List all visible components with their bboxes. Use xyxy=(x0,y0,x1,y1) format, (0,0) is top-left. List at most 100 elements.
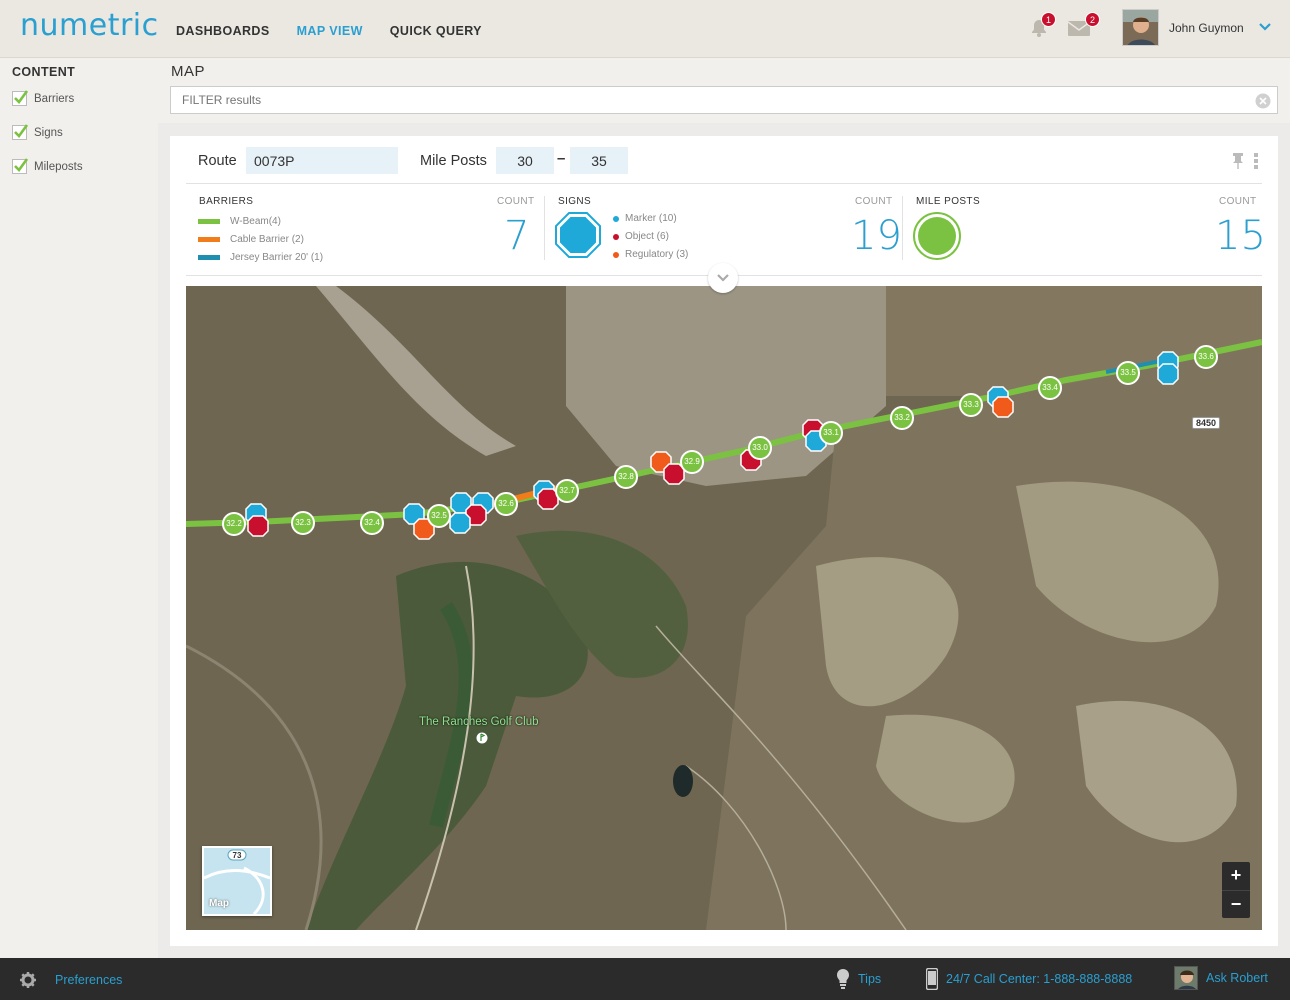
milepost-marker[interactable]: 32.5 xyxy=(427,504,451,528)
legend-label: Cable Barrier (2) xyxy=(230,234,304,245)
clear-filter-button[interactable] xyxy=(1255,93,1271,114)
legend-label: Marker (10) xyxy=(625,213,677,224)
signs-count-label: COUNT xyxy=(855,196,893,207)
milepost-marker[interactable]: 33.6 xyxy=(1194,345,1218,369)
milepost-label: 33.3 xyxy=(963,400,979,409)
milepost-marker[interactable]: 33.5 xyxy=(1116,361,1140,385)
call-center-label: 24/7 Call Center: 1-888-888-8888 xyxy=(946,972,1133,986)
pin-icon[interactable] xyxy=(1232,153,1244,174)
preferences-label: Preferences xyxy=(55,973,123,987)
signs-count: 19 xyxy=(851,213,902,259)
filter-mileposts[interactable]: Mileposts xyxy=(12,158,83,174)
mile-posts-label: Mile Posts xyxy=(420,153,487,169)
legend-item: Marker (10) xyxy=(613,213,677,224)
divider xyxy=(902,196,903,260)
legend-label: Object (6) xyxy=(625,231,669,242)
chevron-down-icon[interactable] xyxy=(1258,20,1272,39)
mileposts-checkbox[interactable] xyxy=(12,158,29,174)
divider xyxy=(544,196,545,260)
satellite-map[interactable]: 32.2 32.3 32.4 32.5 32.6 32.7 32.8 32.9 33.0 33.1… xyxy=(186,286,1262,930)
milepost-marker[interactable]: 32.3 xyxy=(291,511,315,535)
signs-label: Signs xyxy=(34,126,63,139)
gear-icon xyxy=(20,972,36,988)
filter-input[interactable] xyxy=(171,87,1241,113)
route-input[interactable] xyxy=(246,147,398,174)
page-title: MAP xyxy=(171,63,206,80)
milepost-label: 32.3 xyxy=(295,518,311,527)
milepost-marker[interactable]: 32.6 xyxy=(494,492,518,516)
nav-dashboards[interactable]: DASHBOARDS xyxy=(176,24,270,38)
jersey-swatch xyxy=(198,255,220,260)
main-nav: DASHBOARDS MAP VIEW QUICK QUERY xyxy=(176,24,482,38)
nav-quick-query[interactable]: QUICK QUERY xyxy=(390,24,482,38)
check-icon xyxy=(14,124,29,138)
app-header: numetric DASHBOARDS MAP VIEW QUICK QUERY… xyxy=(0,0,1290,58)
barriers-checkbox[interactable] xyxy=(12,90,29,106)
preferences-link[interactable]: Preferences xyxy=(20,972,122,988)
zoom-out-button[interactable]: − xyxy=(1222,890,1250,918)
tips-link[interactable]: Tips xyxy=(836,968,881,990)
notifications-badge: 1 xyxy=(1041,12,1056,27)
more-options-icon[interactable] xyxy=(1253,153,1259,174)
sign-markers xyxy=(245,351,1179,540)
milepost-marker[interactable]: 33.2 xyxy=(890,406,914,430)
map-type-toggle[interactable]: 73 Map xyxy=(202,846,272,916)
milepost-label: 32.8 xyxy=(618,472,634,481)
sidebar-title: CONTENT xyxy=(12,65,76,79)
ask-robert-link[interactable]: Ask Robert xyxy=(1174,966,1268,990)
expand-legend-button[interactable] xyxy=(708,263,738,293)
tips-label: Tips xyxy=(858,972,882,986)
mileposts-count: 15 xyxy=(1215,213,1266,259)
milepost-marker[interactable]: 32.2 xyxy=(222,512,246,536)
milepost-marker[interactable]: 33.0 xyxy=(748,436,772,460)
milepost-marker[interactable]: 33.3 xyxy=(959,393,983,417)
milepost-circle-icon xyxy=(913,212,961,265)
milepost-marker[interactable]: 33.4 xyxy=(1038,376,1062,400)
milepost-marker[interactable]: 33.1 xyxy=(819,421,843,445)
user-name[interactable]: John Guymon xyxy=(1169,21,1244,35)
lightbulb-icon xyxy=(837,969,849,989)
milepost-marker[interactable]: 32.4 xyxy=(360,511,384,535)
milepost-marker[interactable]: 32.8 xyxy=(614,465,638,489)
messages-button[interactable]: 2 xyxy=(1067,12,1100,41)
octagon-sign-icon xyxy=(555,212,601,263)
filter-box xyxy=(170,86,1278,114)
mileposts-count-label: COUNT xyxy=(1219,196,1257,207)
app-logo[interactable]: numetric xyxy=(20,8,159,43)
milepost-label: 33.5 xyxy=(1120,368,1136,377)
mile-range-separator: – xyxy=(557,150,566,167)
chevron-down-icon xyxy=(717,274,729,282)
close-circle-icon xyxy=(1255,93,1271,109)
milepost-label: 33.0 xyxy=(752,443,768,452)
ask-robert-label: Ask Robert xyxy=(1206,971,1268,985)
milepost-label: 32.9 xyxy=(684,457,700,466)
zoom-in-button[interactable]: + xyxy=(1222,862,1250,890)
legend-item: W-Beam(4) xyxy=(198,216,281,227)
notifications-button[interactable]: 1 xyxy=(1030,12,1056,43)
golf-icon xyxy=(476,731,488,749)
golf-club-label: The Ranches Golf Club xyxy=(419,716,539,728)
legend-label: W-Beam(4) xyxy=(230,216,281,227)
mile-to-input[interactable] xyxy=(570,147,628,174)
milepost-marker[interactable]: 32.9 xyxy=(680,450,704,474)
filter-signs[interactable]: Signs xyxy=(12,124,63,140)
legend-label: Regulatory (3) xyxy=(625,249,689,260)
call-center-link[interactable]: 24/7 Call Center: 1-888-888-8888 xyxy=(926,968,1132,990)
milepost-label: 33.4 xyxy=(1042,383,1058,392)
milepost-label: 32.2 xyxy=(226,519,242,528)
check-icon xyxy=(14,158,29,172)
barriers-count: 7 xyxy=(504,213,530,259)
legend-item: Jersey Barrier 20' (1) xyxy=(198,252,323,263)
regulatory-dot xyxy=(613,251,619,258)
wbeam-swatch xyxy=(198,219,220,224)
signs-checkbox[interactable] xyxy=(12,124,29,140)
milepost-marker[interactable]: 32.7 xyxy=(555,479,579,503)
mini-map-shield: 73 xyxy=(233,851,242,860)
object-dot xyxy=(613,233,619,240)
filter-barriers[interactable]: Barriers xyxy=(12,90,74,106)
robert-avatar xyxy=(1174,966,1198,990)
nav-map-view[interactable]: MAP VIEW xyxy=(297,24,363,38)
phone-icon xyxy=(926,968,938,990)
mile-from-input[interactable] xyxy=(496,147,554,174)
user-avatar[interactable] xyxy=(1122,9,1159,46)
